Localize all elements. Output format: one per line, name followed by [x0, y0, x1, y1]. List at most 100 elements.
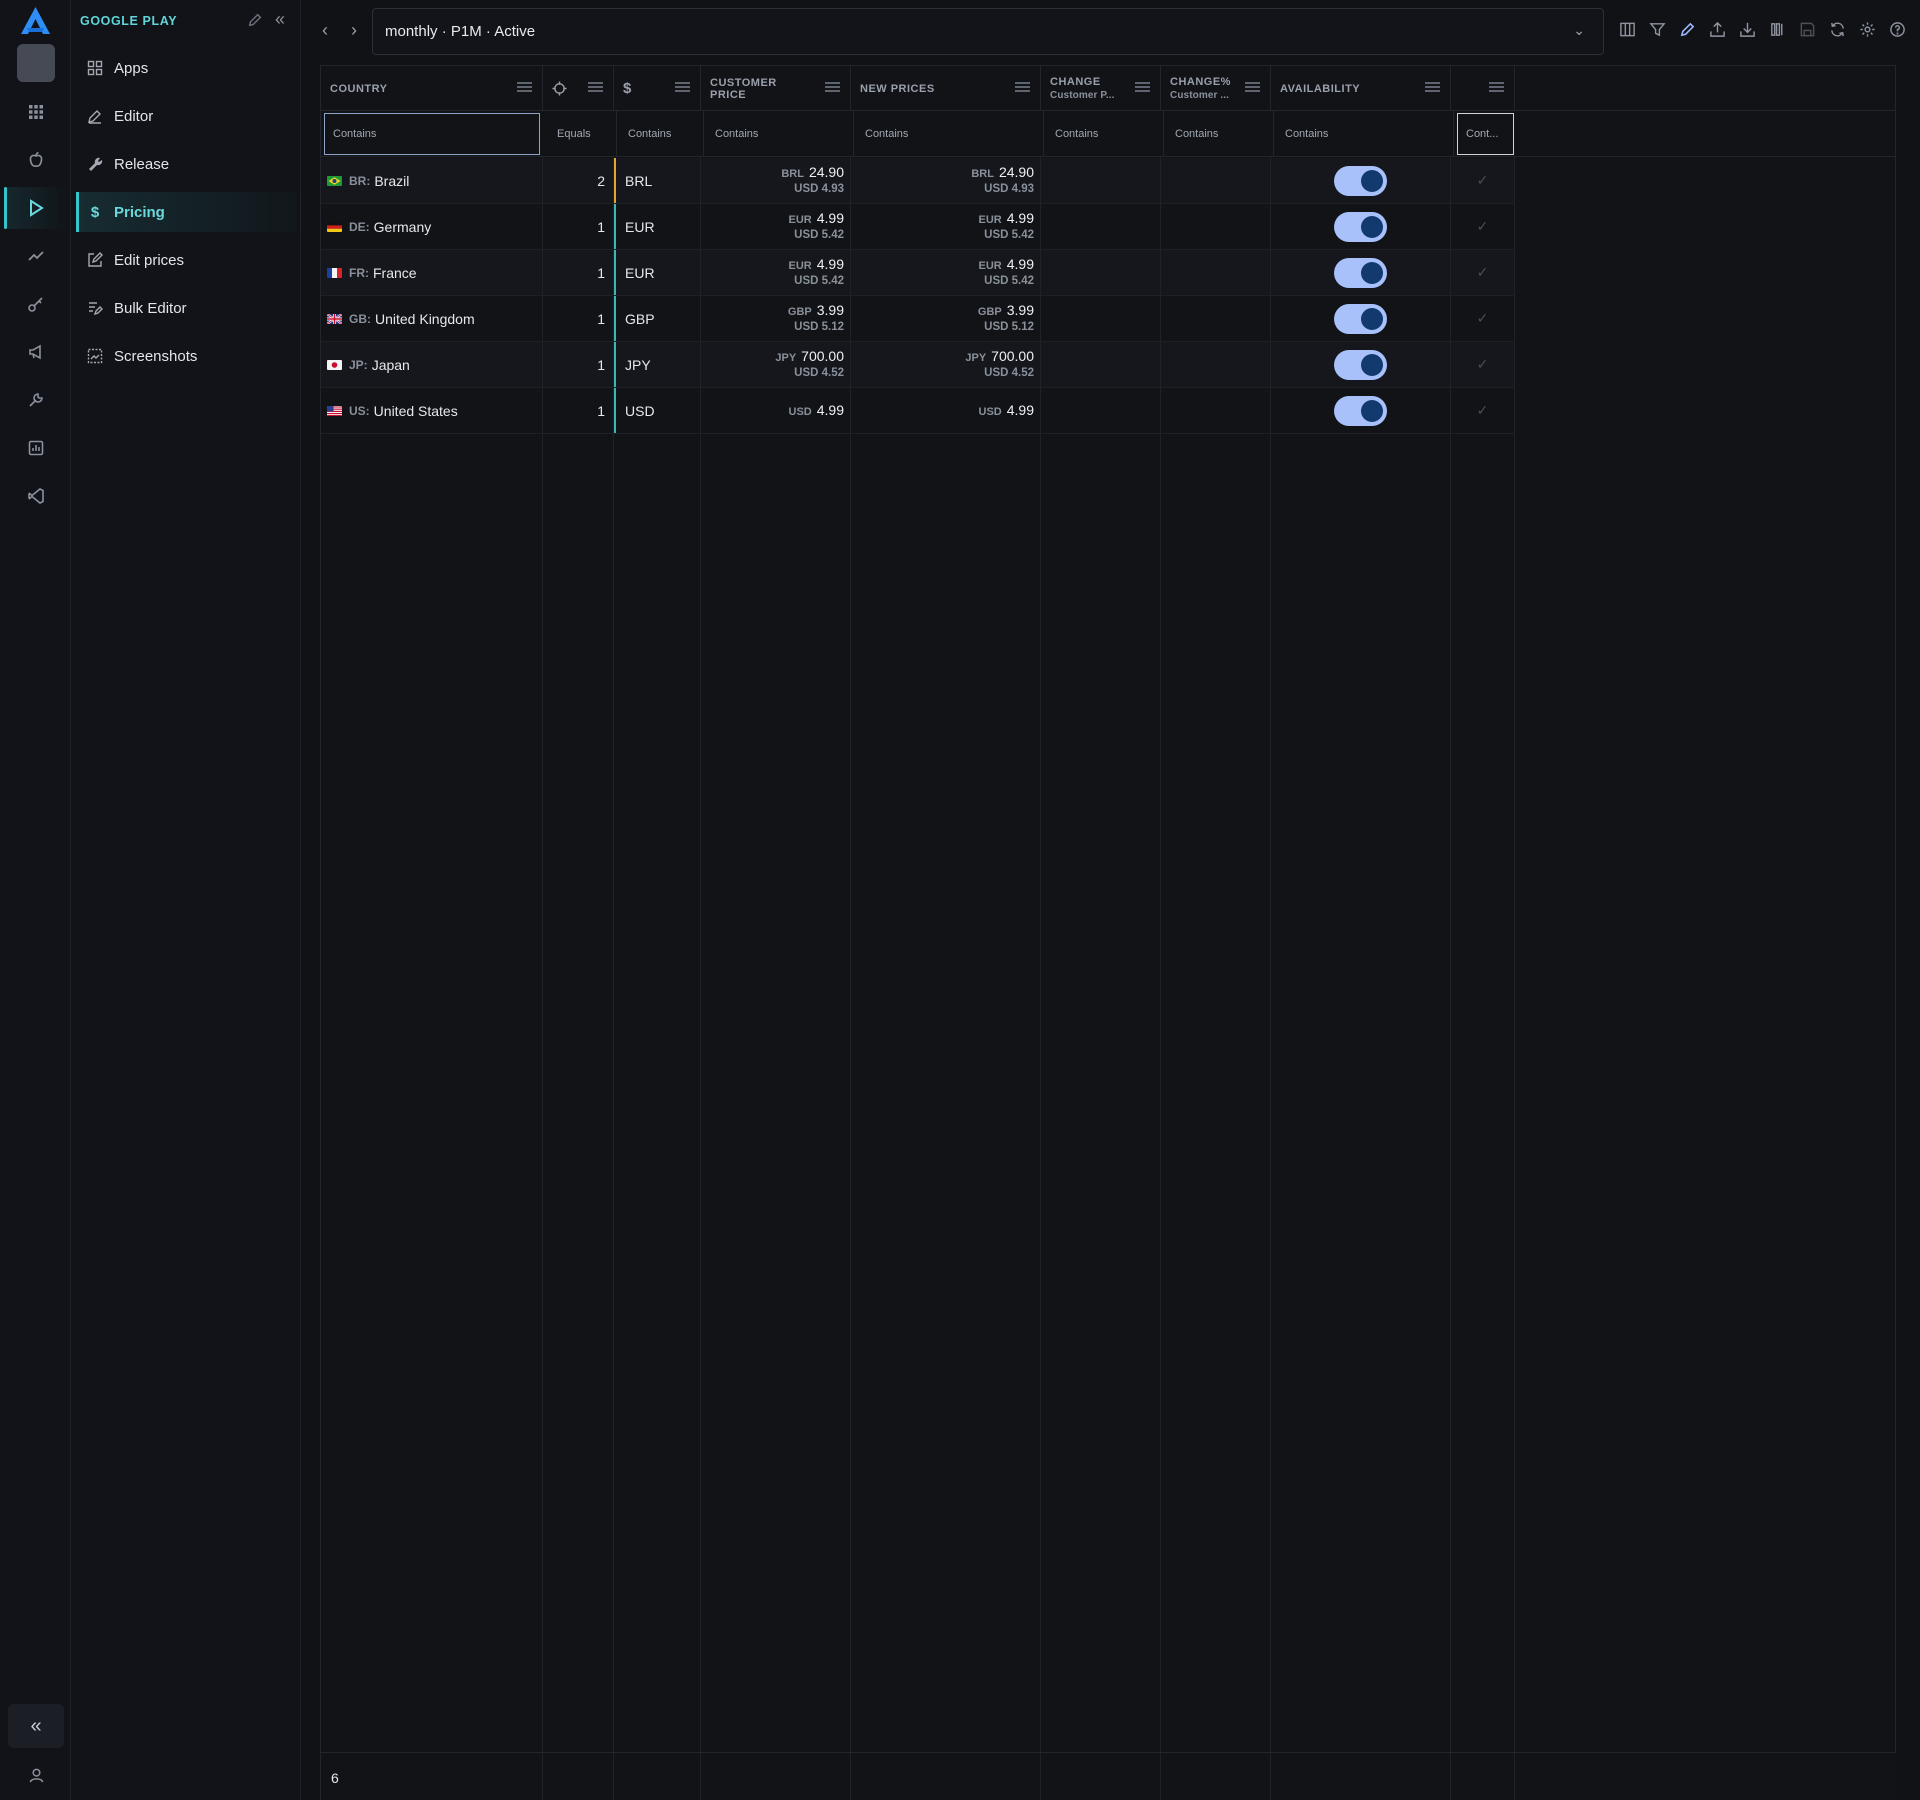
availability-toggle[interactable] — [1334, 257, 1387, 288]
availability-toggle[interactable] — [1334, 349, 1387, 380]
change-cell[interactable] — [1041, 342, 1161, 387]
help-icon[interactable] — [1888, 20, 1906, 38]
filter-customer-price-input[interactable]: Contains — [704, 111, 854, 157]
filter-new-prices-input[interactable]: Contains — [854, 111, 1044, 157]
vscode-icon[interactable] — [17, 478, 55, 514]
count-cell[interactable]: 2 — [543, 158, 614, 203]
country-cell[interactable]: GB: United Kingdom — [321, 296, 543, 341]
change-pct-cell[interactable] — [1161, 388, 1271, 433]
change-pct-cell[interactable] — [1161, 158, 1271, 203]
currency-cell[interactable]: EUR — [614, 204, 701, 249]
filter-status-input[interactable]: Cont... — [1457, 113, 1514, 155]
count-cell[interactable]: 1 — [543, 388, 614, 433]
header-change[interactable]: CHANGE Customer P... — [1041, 66, 1161, 111]
table-row[interactable]: BR: Brazil 2 BRL BRL 24.90 USD 4.93 BRL 24.90 USD… — [321, 158, 1515, 204]
country-cell[interactable]: DE: Germany — [321, 204, 543, 249]
customer-price-cell[interactable]: JPY 700.00 USD 4.52 — [701, 342, 851, 387]
nav-item-apps[interactable]: Apps — [76, 48, 297, 88]
count-cell[interactable]: 1 — [543, 250, 614, 295]
header-currency[interactable]: $ — [614, 66, 701, 111]
pencil-icon[interactable] — [247, 12, 265, 30]
currency-cell[interactable]: BRL — [614, 158, 701, 203]
availability-toggle[interactable] — [1334, 395, 1387, 426]
back-arrow-icon[interactable]: ‹ — [322, 20, 328, 41]
filter-icon[interactable] — [1648, 20, 1666, 38]
column-menu-icon[interactable] — [675, 82, 690, 92]
customer-price-cell[interactable]: BRL 24.90 USD 4.93 — [701, 158, 851, 203]
keys-icon[interactable] — [17, 286, 55, 322]
column-menu-icon[interactable] — [1245, 82, 1260, 92]
column-width-icon[interactable] — [1768, 20, 1786, 38]
new-price-cell[interactable]: BRL 24.90 USD 4.93 — [851, 158, 1041, 203]
change-cell[interactable] — [1041, 296, 1161, 341]
country-cell[interactable]: FR: France — [321, 250, 543, 295]
edit-mode-icon[interactable] — [1678, 20, 1696, 38]
change-cell[interactable] — [1041, 204, 1161, 249]
header-new-prices[interactable]: NEW PRICES — [851, 66, 1041, 111]
country-cell[interactable]: US: United States — [321, 388, 543, 433]
nav-item-pricing[interactable]: $ Pricing — [76, 192, 297, 232]
currency-cell[interactable]: EUR — [614, 250, 701, 295]
megaphone-icon[interactable] — [17, 334, 55, 370]
filter-availability-input[interactable]: Contains — [1274, 111, 1454, 157]
report-icon[interactable] — [17, 430, 55, 466]
new-price-cell[interactable]: USD 4.99 — [851, 388, 1041, 433]
table-row[interactable]: US: United States 1 USD USD 4.99 USD 4.99 ✓ — [321, 388, 1515, 434]
header-status[interactable] — [1451, 66, 1515, 111]
filter-currency-input[interactable]: Contains — [617, 111, 704, 157]
columns-icon[interactable] — [1618, 20, 1636, 38]
header-change-pct[interactable]: CHANGE% Customer ... — [1161, 66, 1271, 111]
column-menu-icon[interactable] — [1135, 82, 1150, 92]
customer-price-cell[interactable]: EUR 4.99 USD 5.42 — [701, 204, 851, 249]
download-icon[interactable] — [1738, 20, 1756, 38]
customer-price-cell[interactable]: GBP 3.99 USD 5.12 — [701, 296, 851, 341]
filter-change-input[interactable]: Contains — [1044, 111, 1164, 157]
currency-cell[interactable]: JPY — [614, 342, 701, 387]
nav-item-edit-prices[interactable]: Edit prices — [76, 240, 297, 280]
currency-cell[interactable]: GBP — [614, 296, 701, 341]
filter-country-input[interactable]: Contains — [324, 113, 540, 155]
collapse-sidenav-icon[interactable]: « — [275, 9, 285, 30]
availability-toggle[interactable] — [1334, 211, 1387, 242]
tools-icon[interactable] — [17, 382, 55, 418]
nav-item-editor[interactable]: Editor — [76, 96, 297, 136]
header-country[interactable]: COUNTRY — [321, 66, 543, 111]
column-menu-icon[interactable] — [825, 82, 840, 92]
country-cell[interactable]: BR: Brazil — [321, 158, 543, 203]
change-cell[interactable] — [1041, 388, 1161, 433]
currency-cell[interactable]: USD — [614, 388, 701, 433]
availability-toggle[interactable] — [1334, 303, 1387, 334]
count-cell[interactable]: 1 — [543, 296, 614, 341]
table-row[interactable]: JP: Japan 1 JPY JPY 700.00 USD 4.52 JPY 700.00 US… — [321, 342, 1515, 388]
apple-icon[interactable] — [17, 142, 55, 178]
filter-change-pct-input[interactable]: Contains — [1164, 111, 1274, 157]
refresh-icon[interactable] — [1828, 20, 1846, 38]
column-menu-icon[interactable] — [1489, 82, 1504, 92]
product-selector[interactable]: monthly · P1M · Active ⌄ — [372, 8, 1604, 55]
change-cell[interactable] — [1041, 158, 1161, 203]
new-price-cell[interactable]: JPY 700.00 USD 4.52 — [851, 342, 1041, 387]
header-availability[interactable]: AVAILABILITY — [1271, 66, 1451, 111]
google-play-icon[interactable] — [17, 190, 55, 226]
column-menu-icon[interactable] — [1425, 82, 1440, 92]
count-cell[interactable]: 1 — [543, 204, 614, 249]
new-price-cell[interactable]: EUR 4.99 USD 5.42 — [851, 204, 1041, 249]
change-pct-cell[interactable] — [1161, 204, 1271, 249]
new-price-cell[interactable]: GBP 3.99 USD 5.12 — [851, 296, 1041, 341]
app-avatar[interactable] — [17, 44, 55, 82]
user-icon[interactable] — [17, 1757, 55, 1793]
analytics-icon[interactable] — [17, 238, 55, 274]
header-target[interactable] — [543, 66, 614, 111]
change-pct-cell[interactable] — [1161, 250, 1271, 295]
nav-item-screenshots[interactable]: Screenshots — [76, 336, 297, 376]
change-cell[interactable] — [1041, 250, 1161, 295]
change-pct-cell[interactable] — [1161, 342, 1271, 387]
header-customer-price[interactable]: CUSTOMER PRICE — [701, 66, 851, 111]
column-menu-icon[interactable] — [1015, 82, 1030, 92]
table-row[interactable]: GB: United Kingdom 1 GBP GBP 3.99 USD 5.12 GBP 3… — [321, 296, 1515, 342]
table-row[interactable]: DE: Germany 1 EUR EUR 4.99 USD 5.42 EUR 4.99 USD … — [321, 204, 1515, 250]
availability-toggle[interactable] — [1334, 165, 1387, 196]
customer-price-cell[interactable]: EUR 4.99 USD 5.42 — [701, 250, 851, 295]
new-price-cell[interactable]: EUR 4.99 USD 5.42 — [851, 250, 1041, 295]
column-menu-icon[interactable] — [588, 82, 603, 92]
